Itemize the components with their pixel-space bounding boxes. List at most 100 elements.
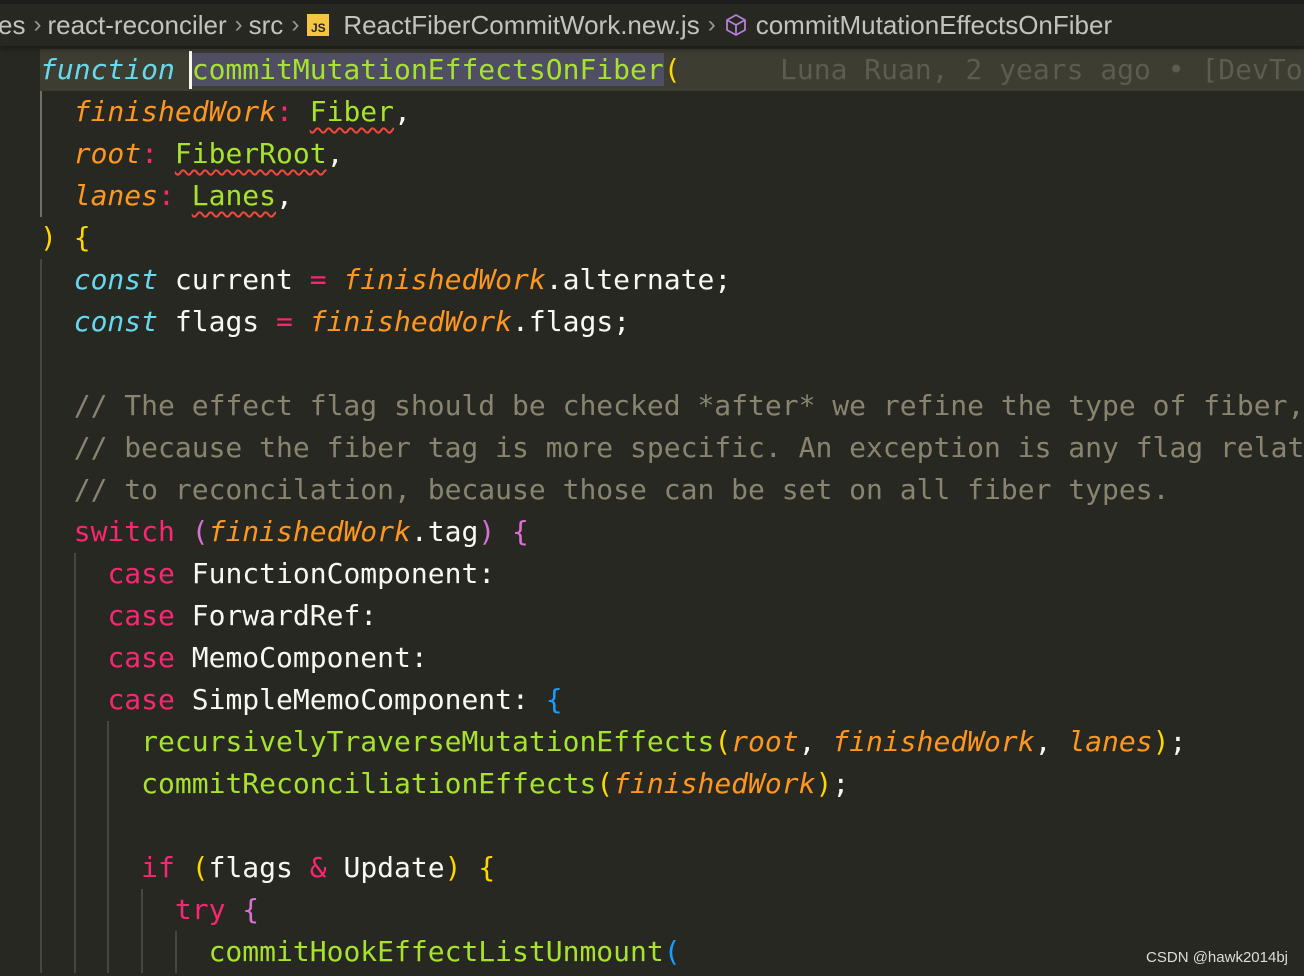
- code-token: ,: [394, 95, 411, 128]
- code-token: {: [478, 851, 496, 884]
- code-line[interactable]: root: FiberRoot,: [40, 133, 344, 175]
- code-line[interactable]: lanes: Lanes,: [40, 175, 293, 217]
- code-token: ): [478, 515, 496, 548]
- code-token: &: [309, 851, 327, 884]
- code-token: {: [242, 893, 260, 926]
- code-token: ,: [276, 179, 293, 212]
- code-line[interactable]: case SimpleMemoComponent: {: [40, 679, 562, 721]
- code-token: ,: [326, 137, 344, 170]
- code-token: finishedWork: [832, 725, 1035, 758]
- code-line[interactable]: // to reconcilation, because those can b…: [40, 469, 1170, 511]
- code-token: Update: [326, 851, 445, 884]
- code-token: ): [815, 767, 833, 800]
- code-token: finishedWork: [73, 95, 277, 128]
- code-line[interactable]: // The effect flag should be checked *af…: [40, 385, 1304, 427]
- code-line[interactable]: function commitMutationEffectsOnFiber(: [40, 49, 681, 91]
- code-token: finishedWork: [343, 263, 546, 296]
- code-token: lanes: [1068, 725, 1153, 758]
- code-line[interactable]: commitReconciliationEffects(finishedWork…: [40, 763, 849, 805]
- code-token: function: [40, 53, 175, 86]
- code-token: ;: [832, 767, 850, 800]
- code-token: finishedWork: [208, 515, 411, 548]
- code-token: try: [174, 893, 226, 926]
- code-token: commitReconciliationEffects: [141, 767, 597, 800]
- code-line[interactable]: if (flags & Update) {: [40, 847, 495, 889]
- code-token: .flags;: [512, 305, 631, 338]
- code-line[interactable]: try {: [40, 889, 259, 931]
- code-line[interactable]: case MemoComponent:: [40, 637, 427, 679]
- code-line[interactable]: ) {: [40, 217, 91, 259]
- code-line[interactable]: const flags = finishedWork.flags;: [40, 301, 630, 343]
- code-token: (: [714, 725, 732, 758]
- code-line[interactable]: // because the fiber tag is more specifi…: [40, 427, 1304, 469]
- code-token: const: [73, 263, 159, 296]
- chevron-right-icon: ›: [707, 11, 716, 38]
- code-line[interactable]: commitHookEffectListUnmount(: [40, 931, 681, 973]
- code-token: // to reconcilation, because those can b…: [40, 473, 1170, 506]
- code-token: ForwardRef:: [174, 599, 378, 632]
- code-token: const: [73, 305, 159, 338]
- code-line[interactable]: finishedWork: Fiber,: [40, 91, 411, 133]
- code-token: :: [158, 179, 175, 212]
- code-token: ): [444, 851, 462, 884]
- code-line[interactable]: case FunctionComponent:: [40, 553, 495, 595]
- indent-guide: [40, 343, 42, 385]
- indent-guide: [107, 805, 110, 847]
- code-line[interactable]: switch (finishedWork.tag) {: [40, 511, 529, 553]
- code-token: (: [663, 935, 681, 968]
- code-token: ): [1152, 725, 1170, 758]
- type-error-token: Lanes: [191, 179, 277, 212]
- code-token: ,: [1034, 725, 1069, 758]
- code-token: lanes: [73, 179, 159, 212]
- code-line[interactable]: recursivelyTraverseMutationEffects(root,…: [40, 721, 1186, 763]
- code-token: // The effect flag should be checked *af…: [40, 389, 1304, 422]
- breadcrumb-item-src[interactable]: src: [249, 10, 284, 41]
- code-token: commitHookEffectListUnmount: [208, 935, 664, 968]
- code-token: if: [141, 851, 175, 884]
- indent-guide: [73, 805, 76, 847]
- code-token: (: [596, 767, 614, 800]
- code-token: current: [158, 263, 310, 296]
- code-token: commitMutationEffectsOnFiber: [191, 53, 664, 86]
- code-token: case: [107, 641, 175, 674]
- code-token: case: [107, 599, 175, 632]
- code-token: {: [73, 221, 91, 254]
- breadcrumb-item-file[interactable]: ReactFiberCommitWork.new.js: [343, 10, 699, 41]
- code-line[interactable]: const current = finishedWork.alternate;: [40, 259, 731, 301]
- cube-symbol-icon: [725, 14, 746, 36]
- code-token: // because the fiber tag is more specifi…: [40, 431, 1304, 464]
- type-error-token: FiberRoot: [174, 137, 327, 170]
- code-token: recursivelyTraverseMutationEffects: [141, 725, 715, 758]
- code-editor[interactable]: function commitMutationEffectsOnFiber( f…: [0, 49, 1304, 976]
- breadcrumb-item-react-reconciler[interactable]: react-reconciler: [47, 10, 226, 41]
- type-error-token: Fiber: [309, 95, 395, 128]
- breadcrumb-item-symbol[interactable]: commitMutationEffectsOnFiber: [756, 10, 1112, 41]
- git-blame-annotation: Luna Ruan, 2 years ago • [DevTo: [780, 53, 1303, 86]
- chevron-right-icon: ›: [33, 11, 42, 38]
- code-token: :: [141, 137, 159, 170]
- code-line[interactable]: case ForwardRef:: [40, 595, 377, 637]
- chevron-right-icon: ›: [234, 11, 243, 38]
- code-token: case: [107, 683, 175, 716]
- breadcrumb-item-packages[interactable]: es: [0, 10, 25, 41]
